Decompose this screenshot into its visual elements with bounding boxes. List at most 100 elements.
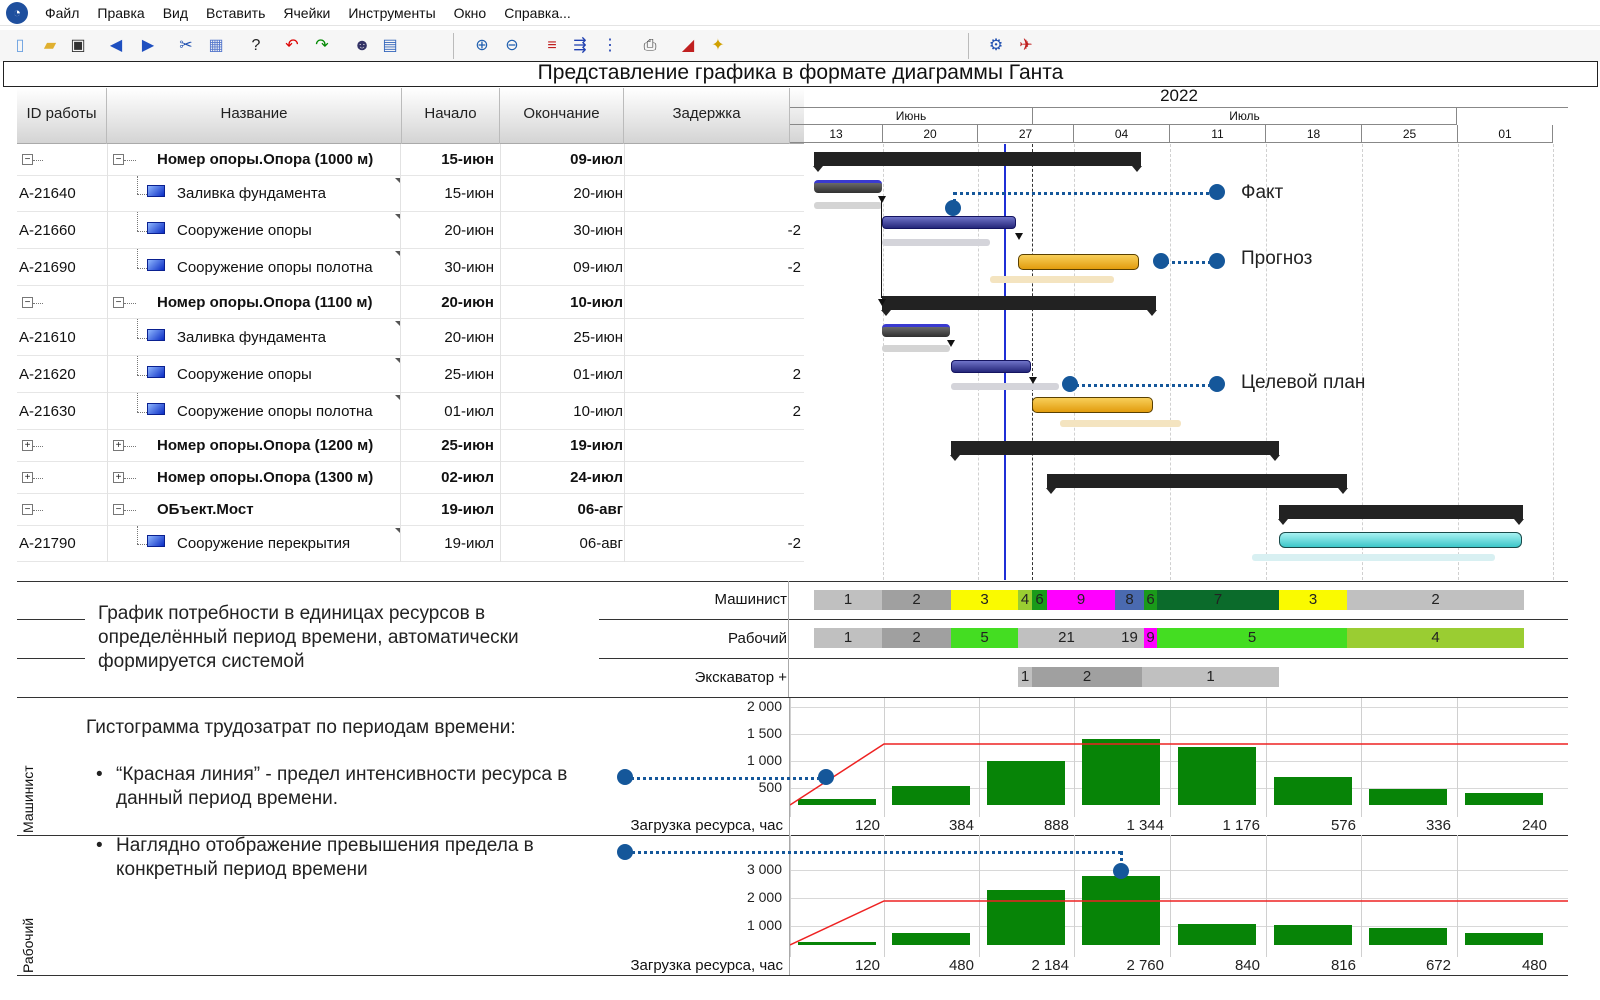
summary-bar[interactable] xyxy=(1046,474,1348,494)
task-row[interactable]: A-21630 Сооружение опоры полотна 01-июл 10-… xyxy=(17,393,804,430)
task-row[interactable]: A-21620 Сооружение опоры 25-июн 01-июл 2 xyxy=(17,356,804,393)
menu-file[interactable]: Файл xyxy=(36,5,88,21)
undo-icon[interactable]: ↶ xyxy=(282,36,302,56)
menu-edit[interactable]: Правка xyxy=(88,5,153,21)
col-header-end[interactable]: Окончание xyxy=(500,88,624,144)
dependency-arrow-icon xyxy=(947,340,955,347)
wand-icon[interactable]: ✈ xyxy=(1016,36,1036,56)
baseline-bar[interactable] xyxy=(1252,554,1495,561)
expand-collapse-icon[interactable]: − xyxy=(113,504,124,515)
task-id xyxy=(19,430,109,461)
timeline-week: 01 xyxy=(1458,125,1553,143)
zoom-in-icon[interactable]: ⊕ xyxy=(472,36,492,56)
summary-bar[interactable] xyxy=(950,441,1280,461)
task-name: Сооружение опоры полотна xyxy=(177,258,373,276)
timeline-header: 2022 Июнь Июль 13 20 27 04 11 18 25 01 xyxy=(790,86,1568,143)
col-header-id[interactable]: ID работы xyxy=(17,88,107,144)
forecast-bar[interactable] xyxy=(1018,254,1139,270)
highlight-icon[interactable]: ✦ xyxy=(708,36,728,56)
task-icon xyxy=(147,185,165,197)
menu-window[interactable]: Окно xyxy=(445,5,496,21)
summary-bar[interactable] xyxy=(813,152,1142,172)
menu-help[interactable]: Справка... xyxy=(495,5,580,21)
summary-bar[interactable] xyxy=(1278,505,1524,525)
planned-bar[interactable] xyxy=(882,216,1016,229)
histogram-axis-title: Загрузка ресурса, час xyxy=(630,957,783,974)
task-row[interactable]: − − ОБъект.Мост 19-июл 06-авг xyxy=(17,494,804,526)
task-name: Сооружение опоры xyxy=(177,365,312,383)
expand-collapse-icon[interactable]: − xyxy=(113,154,124,165)
grid-icon[interactable]: ▦ xyxy=(206,36,226,56)
summary-bar[interactable] xyxy=(881,296,1157,316)
actual-bar[interactable] xyxy=(814,180,882,193)
task-row[interactable]: − − Номер опоры.Опора (1100 м) 20-июн 10-июл xyxy=(17,286,804,319)
menu-tools[interactable]: Инструменты xyxy=(339,5,444,21)
callout-forecast: Прогноз xyxy=(1241,248,1313,269)
user-icon[interactable]: ☻ xyxy=(352,36,372,56)
callout-dot-icon xyxy=(1153,253,1169,269)
toolbar-separator xyxy=(453,33,454,59)
expand-collapse-icon[interactable]: + xyxy=(113,472,124,483)
menu-view[interactable]: Вид xyxy=(154,5,197,21)
resource-segment-excavator: 1 xyxy=(1018,667,1032,687)
task-row[interactable]: + + Номер опоры.Опора (1200 м) 25-июн 19-июл xyxy=(17,430,804,462)
expand-collapse-icon[interactable]: − xyxy=(113,296,124,308)
task-icon xyxy=(147,258,165,271)
actual-bar[interactable] xyxy=(882,324,950,337)
task-delay xyxy=(637,430,805,461)
col-header-delay[interactable]: Задержка xyxy=(624,88,790,144)
tools-icon[interactable]: ✂ xyxy=(176,36,196,56)
column-divider xyxy=(107,144,108,562)
task-id xyxy=(19,462,109,493)
forecast-bar[interactable] xyxy=(1279,532,1522,548)
expand-collapse-icon[interactable]: + xyxy=(113,440,124,451)
redo-icon[interactable]: ↷ xyxy=(312,36,332,56)
print-icon[interactable]: ⎙ xyxy=(640,36,660,56)
task-end: 19-июл xyxy=(570,437,623,454)
new-file-icon[interactable]: ▯ xyxy=(10,36,30,56)
tree-line xyxy=(137,319,138,338)
task-delay xyxy=(637,319,805,355)
forecast-bar[interactable] xyxy=(1032,397,1153,413)
baseline-bar[interactable] xyxy=(951,383,1059,390)
task-row[interactable]: A-21610 Заливка фундамента 20-июн 25-июн xyxy=(17,319,804,356)
save-icon[interactable]: ▣ xyxy=(68,36,88,56)
back-icon[interactable]: ◀ xyxy=(106,36,126,56)
tree-line xyxy=(137,356,138,375)
gantt-outdent-icon[interactable]: ⋮ xyxy=(600,36,620,56)
menu-insert[interactable]: Вставить xyxy=(197,5,274,21)
task-icon xyxy=(147,221,165,234)
baseline-bar[interactable] xyxy=(1060,420,1181,427)
task-row[interactable]: A-21690 Сооружение опоры полотна 30-июн 09-… xyxy=(17,249,804,286)
gantt-link-icon[interactable]: ≡ xyxy=(542,36,562,56)
settings-icon[interactable]: ⚙ xyxy=(986,36,1006,56)
zoom-out-icon[interactable]: ⊖ xyxy=(502,36,522,56)
menu-cells[interactable]: Ячейки xyxy=(274,5,339,21)
task-row[interactable]: + + Номер опоры.Опора (1300 м) 02-июл 24-июл xyxy=(17,462,804,494)
col-header-start[interactable]: Начало xyxy=(402,88,500,144)
timeline-week: 11 xyxy=(1170,125,1266,143)
task-row[interactable]: A-21660 Сооружение опоры 20-июн 30-июн -2 xyxy=(17,212,804,249)
baseline-bar[interactable] xyxy=(814,202,882,209)
task-delay: -2 xyxy=(787,258,801,276)
help-icon[interactable]: ? xyxy=(246,36,266,56)
task-row[interactable]: A-21790 Сооружение перекрытия 19-июл 06-авг… xyxy=(17,526,804,562)
callout-dot-icon xyxy=(1209,376,1225,392)
planned-bar[interactable] xyxy=(951,360,1031,373)
forward-icon[interactable]: ▶ xyxy=(138,36,158,56)
chart-icon[interactable]: ◢ xyxy=(678,36,698,56)
baseline-bar[interactable] xyxy=(882,345,950,352)
callout-line xyxy=(625,851,1121,854)
red-limit-line xyxy=(790,743,1568,806)
task-row[interactable]: A-21640 Заливка фундамента 15-июн 20-июн xyxy=(17,176,804,212)
task-start: 25-июн xyxy=(441,437,494,454)
baseline-bar[interactable] xyxy=(882,239,990,246)
baseline-bar[interactable] xyxy=(990,276,1114,283)
table-icon[interactable]: ▤ xyxy=(380,36,400,56)
col-header-name[interactable]: Название xyxy=(107,88,402,144)
gantt-indent-icon[interactable]: ⇶ xyxy=(570,36,590,56)
task-start: 15-июн xyxy=(441,151,494,168)
open-folder-icon[interactable]: ▰ xyxy=(40,36,60,56)
task-row[interactable]: − − Номер опоры.Опора (1000 м) 15-июн 09-июл xyxy=(17,144,804,176)
task-end: 30-июн xyxy=(573,221,623,239)
